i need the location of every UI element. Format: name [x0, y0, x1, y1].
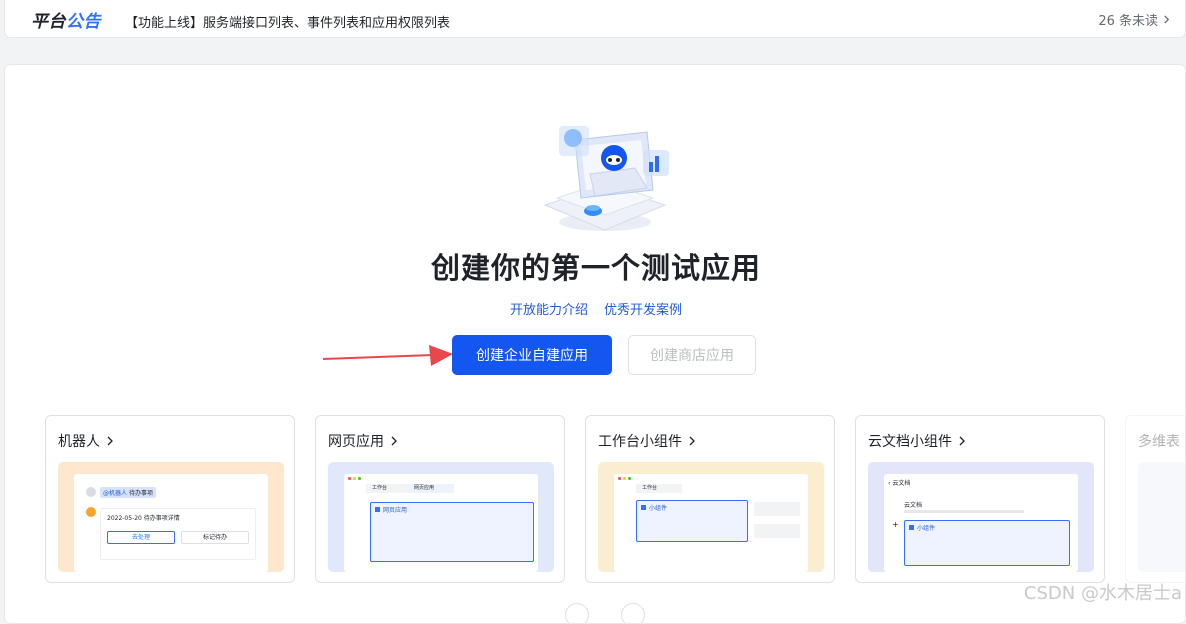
doc-widget-box-label: 小组件 — [917, 525, 936, 532]
unread-count-label: 26 条未读 — [1098, 14, 1158, 29]
web-app-card-title: 网页应用 — [328, 431, 398, 451]
doc-widget-header-label: 云文档 — [892, 480, 911, 487]
web-app-card[interactable]: 网页应用 工作台 网页应用 网页应用 — [315, 415, 565, 583]
workbench-widget-preview: 工作台 小组件 — [598, 462, 824, 572]
multi-table-card-title-label: 多维表 — [1138, 434, 1180, 450]
multi-table-card-title: 多维表 — [1138, 431, 1180, 451]
bot-date-line: 2022-05-20 待办事项详情 — [107, 515, 180, 522]
doc-widget-box: 小组件 — [904, 520, 1070, 566]
intro-links: 开放能力介绍 优秀开发案例 — [5, 299, 1185, 318]
web-app-card-title-label: 网页应用 — [328, 434, 384, 450]
laptop-robot-illustration — [543, 126, 669, 231]
multi-table-preview — [1138, 462, 1185, 572]
multi-table-card[interactable]: 多维表 — [1125, 415, 1185, 583]
doc-widget-preview: ‹ 云文档 云文档 + 小组件 — [868, 462, 1094, 572]
doc-widget-header: ‹ 云文档 — [888, 480, 911, 487]
bot-mention-label: @机器人 — [103, 490, 128, 497]
doc-widget-card[interactable]: 云文档小组件 ‹ 云文档 云文档 + 小组件 — [855, 415, 1105, 583]
create-store-app-button[interactable]: 创建商店应用 — [628, 335, 756, 375]
chevron-right-icon — [391, 436, 397, 446]
red-arrow-annotation — [322, 345, 453, 366]
announcement-bar: 平台公告 【功能上线】服务端接口列表、事件列表和应用权限列表 26 条未读 — [4, 0, 1186, 38]
bot-card[interactable]: 机器人 @机器人 待办事项 2022-05-20 待办事项详情 去处理 标记待办 — [45, 415, 295, 583]
unread-count-link[interactable]: 26 条未读 — [1098, 10, 1171, 29]
brand-part1: 平台 — [31, 12, 66, 32]
bot-handle-button: 去处理 — [107, 531, 175, 544]
bot-mention-text: 待办事项 — [128, 490, 153, 497]
workbench-widget-box-label: 小组件 — [649, 505, 668, 512]
web-app-box-label: 网页应用 — [383, 507, 408, 514]
web-app-preview: 工作台 网页应用 网页应用 — [328, 462, 554, 572]
bot-card-title: 机器人 — [58, 431, 114, 451]
carousel-next-button[interactable] — [621, 603, 645, 623]
bot-mark-button: 标记待办 — [181, 531, 249, 544]
bot-preview-window: @机器人 待办事项 2022-05-20 待办事项详情 去处理 标记待办 — [74, 474, 268, 572]
web-app-tab-workbench: 工作台 — [366, 484, 412, 493]
workbench-widget-card-title: 工作台小组件 — [598, 431, 696, 451]
bot-message-box: 2022-05-20 待办事项详情 去处理 标记待办 — [100, 508, 256, 560]
case-showcase-link[interactable]: 优秀开发案例 — [604, 299, 682, 318]
doc-widget-preview-window: ‹ 云文档 云文档 + 小组件 — [884, 474, 1078, 572]
plus-icon: + — [892, 520, 899, 529]
chevron-right-icon — [1164, 15, 1170, 24]
doc-widget-card-title: 云文档小组件 — [868, 431, 966, 451]
workbench-widget-preview-window: 工作台 小组件 — [614, 474, 808, 572]
doc-widget-card-title-label: 云文档小组件 — [868, 434, 952, 450]
bot-card-title-label: 机器人 — [58, 434, 100, 450]
carousel-prev-button[interactable] — [565, 603, 589, 623]
main-panel: 创建你的第一个测试应用 开放能力介绍 优秀开发案例 创建企业自建应用 创建商店应… — [4, 64, 1186, 624]
web-app-preview-window: 工作台 网页应用 网页应用 — [344, 474, 538, 572]
chevron-right-icon — [107, 436, 113, 446]
avatar — [86, 487, 96, 497]
page-title: 创建你的第一个测试应用 — [430, 251, 761, 285]
workbench-widget-card-title-label: 工作台小组件 — [598, 434, 682, 450]
chevron-right-icon — [959, 436, 965, 446]
web-app-tab-webapp: 网页应用 — [408, 484, 454, 493]
workbench-tab: 工作台 — [636, 484, 682, 493]
workbench-widget-box: 小组件 — [636, 500, 748, 542]
announcement-notice-link[interactable]: 【功能上线】服务端接口列表、事件列表和应用权限列表 — [125, 12, 450, 31]
brand-part2: 公告 — [66, 12, 101, 32]
doc-title: 云文档 — [904, 502, 923, 509]
capability-intro-link[interactable]: 开放能力介绍 — [510, 299, 588, 318]
create-internal-app-button[interactable]: 创建企业自建应用 — [452, 335, 612, 375]
workbench-widget-card[interactable]: 工作台小组件 工作台 小组件 — [585, 415, 835, 583]
bot-task-icon — [86, 507, 96, 517]
chevron-right-icon — [689, 436, 695, 446]
watermark: CSDN @水木居士a — [1023, 583, 1182, 604]
bot-preview: @机器人 待办事项 2022-05-20 待办事项详情 去处理 标记待办 — [58, 462, 284, 572]
bot-mention-tag: @机器人 待办事项 — [100, 487, 156, 498]
web-app-box: 网页应用 — [370, 502, 534, 562]
announcement-brand: 平台公告 — [31, 7, 101, 32]
